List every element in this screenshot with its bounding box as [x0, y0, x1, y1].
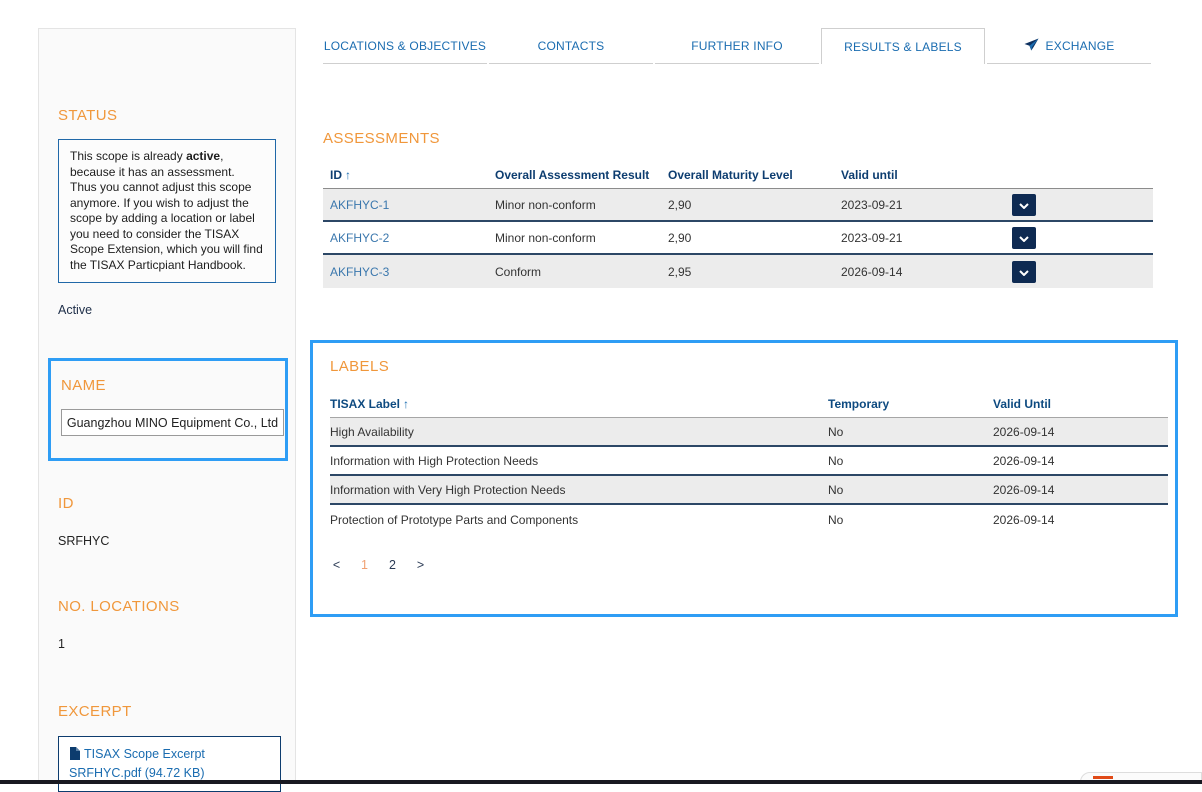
pagination-page-1[interactable]: 1 [358, 558, 371, 572]
label-temporary: No [828, 454, 993, 468]
status-message-pre: This scope is already [70, 149, 186, 163]
column-header-maturity[interactable]: Overall Maturity Level [668, 168, 841, 182]
labels-pagination: < 1 2 > [330, 558, 1167, 572]
tab-contacts[interactable]: CONTACTS [489, 28, 653, 64]
assessment-row: AKFHYC-2 Minor non-conform 2,90 2023-09-… [323, 222, 1153, 255]
label-name: Information with Very High Protection Ne… [330, 483, 828, 497]
assessment-maturity: 2,95 [668, 265, 841, 279]
assessment-result: Minor non-conform [495, 231, 668, 245]
paper-plane-icon [1024, 38, 1039, 54]
column-header-valid-until[interactable]: Valid until [841, 168, 1012, 182]
pagination-page-2[interactable]: 2 [386, 558, 399, 572]
tab-further-info[interactable]: FURTHER INFO [655, 28, 819, 64]
assessment-id-link[interactable]: AKFHYC-3 [330, 265, 389, 279]
tab-locations-objectives[interactable]: LOCATIONS & OBJECTIVES [323, 28, 487, 64]
excerpt-file-size: (94.72 KB) [145, 766, 205, 780]
label-name: Protection of Prototype Parts and Compon… [330, 513, 828, 527]
name-section-highlight: NAME [48, 358, 288, 461]
assessment-id-link[interactable]: AKFHYC-2 [330, 231, 389, 245]
assessment-valid-until: 2023-09-21 [841, 198, 1012, 212]
status-value: Active [58, 303, 276, 317]
scope-sidebar: STATUS This scope is already active, bec… [38, 28, 296, 784]
label-valid-until: 2026-09-14 [993, 425, 1168, 439]
assessments-heading: ASSESSMENTS [323, 130, 440, 147]
status-heading: STATUS [58, 107, 276, 124]
label-row: Protection of Prototype Parts and Compon… [330, 505, 1168, 534]
label-row: Information with Very High Protection Ne… [330, 476, 1168, 505]
labels-table: TISAX Label↑ Temporary Valid Until High … [330, 390, 1168, 534]
row-dropdown-button[interactable] [1012, 227, 1036, 249]
scope-tabbar: LOCATIONS & OBJECTIVES CONTACTS FURTHER … [323, 28, 1153, 65]
status-message-bold: active [186, 149, 220, 163]
column-header-result[interactable]: Overall Assessment Result [495, 168, 668, 182]
status-message-box: This scope is already active, because it… [58, 139, 276, 283]
name-heading: NAME [61, 377, 273, 394]
bottom-bar [0, 780, 1202, 784]
locations-heading: NO. LOCATIONS [58, 598, 276, 615]
label-row: Information with High Protection Needs N… [330, 447, 1168, 476]
assessment-result: Conform [495, 265, 668, 279]
label-temporary: No [828, 513, 993, 527]
label-name: High Availability [330, 425, 828, 439]
pagination-next[interactable]: > [414, 558, 427, 572]
corner-widget-accent [1093, 776, 1113, 779]
assessments-table: ID↑ Overall Assessment Result Overall Ma… [323, 161, 1153, 288]
scope-id-value: SRFHYC [58, 534, 276, 548]
tab-results-labels[interactable]: RESULTS & LABELS [821, 28, 985, 64]
id-heading: ID [58, 495, 276, 512]
column-label: ID [330, 168, 342, 182]
assessment-maturity: 2,90 [668, 198, 841, 212]
labels-header-row: TISAX Label↑ Temporary Valid Until [330, 390, 1168, 418]
label-valid-until: 2026-09-14 [993, 513, 1168, 527]
column-header-temporary[interactable]: Temporary [828, 397, 993, 411]
status-message-post: , because it has an assessment. Thus you… [70, 149, 263, 272]
tab-label: RESULTS & LABELS [844, 40, 962, 54]
label-valid-until: 2026-09-14 [993, 454, 1168, 468]
chevron-down-icon [1019, 264, 1029, 279]
assessments-header-row: ID↑ Overall Assessment Result Overall Ma… [323, 161, 1153, 189]
assessment-result: Minor non-conform [495, 198, 668, 212]
labels-heading: LABELS [330, 358, 1167, 375]
tab-label: FURTHER INFO [691, 39, 783, 53]
row-dropdown-button[interactable] [1012, 261, 1036, 283]
file-icon [69, 747, 80, 765]
labels-section-highlight: LABELS TISAX Label↑ Temporary Valid Unti… [310, 340, 1178, 617]
tab-exchange[interactable]: EXCHANGE [987, 28, 1151, 64]
pagination-prev[interactable]: < [330, 558, 343, 572]
assessment-row: AKFHYC-1 Minor non-conform 2,90 2023-09-… [323, 189, 1153, 222]
sort-asc-icon: ↑ [403, 397, 409, 411]
chevron-down-icon [1019, 197, 1029, 212]
sort-asc-icon: ↑ [345, 168, 351, 182]
excerpt-heading: EXCERPT [58, 703, 276, 720]
column-label: TISAX Label [330, 397, 400, 411]
label-row: High Availability No 2026-09-14 [330, 418, 1168, 447]
label-temporary: No [828, 425, 993, 439]
tab-label: EXCHANGE [1046, 39, 1115, 53]
label-temporary: No [828, 483, 993, 497]
label-valid-until: 2026-09-14 [993, 483, 1168, 497]
column-header-tisax-label[interactable]: TISAX Label↑ [330, 397, 828, 411]
assessment-valid-until: 2026-09-14 [841, 265, 1012, 279]
tab-label: LOCATIONS & OBJECTIVES [324, 39, 486, 53]
chevron-down-icon [1019, 230, 1029, 245]
column-header-valid-until[interactable]: Valid Until [993, 397, 1168, 411]
locations-count: 1 [58, 637, 276, 651]
tab-label: CONTACTS [538, 39, 605, 53]
assessment-maturity: 2,90 [668, 231, 841, 245]
row-dropdown-button[interactable] [1012, 194, 1036, 216]
scope-name-input[interactable] [61, 409, 284, 436]
assessment-row: AKFHYC-3 Conform 2,95 2026-09-14 [323, 255, 1153, 288]
column-header-id[interactable]: ID↑ [323, 168, 495, 182]
assessment-valid-until: 2023-09-21 [841, 231, 1012, 245]
assessment-id-link[interactable]: AKFHYC-1 [330, 198, 389, 212]
label-name: Information with High Protection Needs [330, 454, 828, 468]
